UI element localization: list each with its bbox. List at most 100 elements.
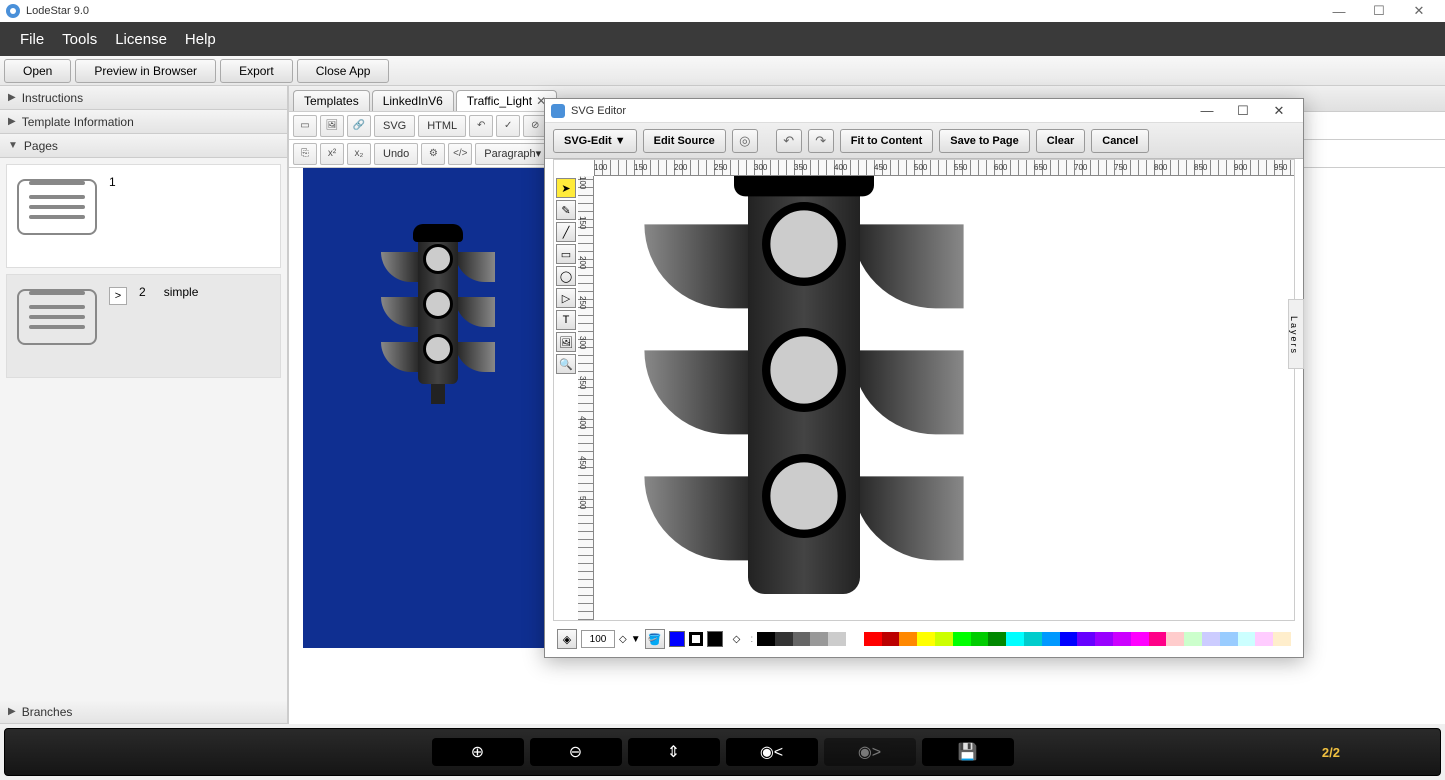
palette-swatch[interactable] bbox=[1095, 632, 1113, 646]
palette-swatch[interactable] bbox=[775, 632, 793, 646]
fill-tool-icon[interactable]: 🪣 bbox=[645, 629, 665, 649]
palette-swatch[interactable] bbox=[1184, 632, 1202, 646]
palette-swatch[interactable] bbox=[971, 632, 989, 646]
preview-button[interactable]: Preview in Browser bbox=[75, 59, 216, 83]
tab-traffic-light[interactable]: Traffic_Light✕ bbox=[456, 90, 557, 111]
svg-viewport[interactable] bbox=[594, 176, 1294, 620]
palette-swatch[interactable] bbox=[1024, 632, 1042, 646]
tab-templates[interactable]: Templates bbox=[293, 90, 370, 111]
paragraph-select[interactable]: Paragraph ▾ bbox=[475, 143, 550, 165]
undo-button[interactable]: Undo bbox=[374, 143, 418, 165]
fill-color-swatch[interactable] bbox=[669, 631, 685, 647]
palette-swatch[interactable] bbox=[1113, 632, 1131, 646]
save-button[interactable]: 💾 bbox=[922, 738, 1014, 766]
select-tool-icon[interactable]: ➤ bbox=[556, 178, 576, 198]
stroke-color-swatch[interactable] bbox=[689, 632, 703, 646]
palette-swatch[interactable] bbox=[1220, 632, 1238, 646]
text-tool-icon[interactable]: T bbox=[556, 310, 576, 330]
palette-swatch[interactable] bbox=[1255, 632, 1273, 646]
pages-header[interactable]: ▼Pages bbox=[0, 134, 287, 158]
pencil-tool-icon[interactable]: ✎ bbox=[556, 200, 576, 220]
wireframe-icon[interactable]: ◎ bbox=[732, 129, 758, 153]
fit-content-button[interactable]: Fit to Content bbox=[840, 129, 933, 153]
path-tool-icon[interactable]: ▷ bbox=[556, 288, 576, 308]
line-tool-icon[interactable]: ╱ bbox=[556, 222, 576, 242]
edit-source-button[interactable]: Edit Source bbox=[643, 129, 726, 153]
palette-swatch[interactable] bbox=[1273, 632, 1291, 646]
menu-file[interactable]: File bbox=[20, 31, 44, 48]
save-to-page-button[interactable]: Save to Page bbox=[939, 129, 1029, 153]
ellipse-tool-icon[interactable]: ◯ bbox=[556, 266, 576, 286]
color-palette[interactable] bbox=[757, 632, 1291, 646]
svg-close-button[interactable]: ✕ bbox=[1261, 103, 1297, 119]
superscript-icon[interactable]: x² bbox=[320, 143, 344, 165]
copy-icon[interactable]: ⎘ bbox=[293, 143, 317, 165]
layers-panel-tab[interactable]: Layers bbox=[1288, 299, 1304, 369]
reorder-button[interactable]: ⇕ bbox=[628, 738, 720, 766]
zoom-dropdown-icon[interactable]: ▼ bbox=[631, 634, 641, 645]
traffic-light-svg[interactable] bbox=[594, 176, 1014, 620]
undo-arrow-icon[interactable]: ↶ bbox=[469, 115, 493, 137]
svg-max-button[interactable]: ☐ bbox=[1225, 103, 1261, 119]
palette-swatch[interactable] bbox=[1077, 632, 1095, 646]
next-page-button[interactable]: ◉> bbox=[824, 738, 916, 766]
page-card[interactable]: > 2 simple bbox=[6, 274, 281, 378]
svg-min-button[interactable]: — bbox=[1189, 103, 1225, 118]
template-info-header[interactable]: ▶Template Information bbox=[0, 110, 287, 134]
palette-swatch[interactable] bbox=[935, 632, 953, 646]
svg-button[interactable]: SVG bbox=[374, 115, 415, 137]
menu-tools[interactable]: Tools bbox=[62, 31, 97, 48]
image-tool-icon[interactable]: 🖼 bbox=[556, 332, 576, 352]
palette-swatch[interactable] bbox=[757, 632, 775, 646]
goto-button[interactable]: > bbox=[109, 287, 127, 305]
palette-swatch[interactable] bbox=[793, 632, 811, 646]
palette-swatch[interactable] bbox=[1238, 632, 1256, 646]
instructions-header[interactable]: ▶Instructions bbox=[0, 86, 287, 110]
palette-swatch[interactable] bbox=[1006, 632, 1024, 646]
link-icon[interactable]: 🔗 bbox=[347, 115, 371, 137]
page-card[interactable]: 1 bbox=[6, 164, 281, 268]
palette-swatch[interactable] bbox=[1166, 632, 1184, 646]
palette-swatch[interactable] bbox=[882, 632, 900, 646]
zoom-input[interactable] bbox=[581, 630, 615, 648]
palette-swatch[interactable] bbox=[1042, 632, 1060, 646]
svgedit-menu-button[interactable]: SVG-Edit ▼ bbox=[553, 129, 637, 153]
check-icon[interactable]: ✓ bbox=[496, 115, 520, 137]
zoom-stepper-icon[interactable]: ◇ bbox=[619, 634, 627, 645]
undo-icon[interactable]: ↶ bbox=[776, 129, 802, 153]
export-button[interactable]: Export bbox=[220, 59, 293, 83]
palette-swatch[interactable] bbox=[1149, 632, 1167, 646]
menu-help[interactable]: Help bbox=[185, 31, 216, 48]
palette-swatch[interactable] bbox=[1131, 632, 1149, 646]
menu-license[interactable]: License bbox=[115, 31, 167, 48]
palette-swatch[interactable] bbox=[828, 632, 846, 646]
palette-swatch[interactable] bbox=[1060, 632, 1078, 646]
close-app-button[interactable]: Close App bbox=[297, 59, 390, 83]
palette-swatch[interactable] bbox=[988, 632, 1006, 646]
branches-header[interactable]: ▶Branches bbox=[0, 700, 287, 724]
open-button[interactable]: Open bbox=[4, 59, 71, 83]
add-page-button[interactable]: ⊕ bbox=[432, 738, 524, 766]
stroke-color-swatch-2[interactable] bbox=[707, 631, 723, 647]
html-button[interactable]: HTML bbox=[418, 115, 466, 137]
opacity-stepper-icon[interactable]: ◇ bbox=[733, 634, 741, 645]
eyedropper-icon[interactable]: ◈ bbox=[557, 629, 577, 649]
code-icon[interactable]: </> bbox=[448, 143, 472, 165]
minimize-button[interactable]: — bbox=[1319, 4, 1359, 19]
palette-swatch[interactable] bbox=[810, 632, 828, 646]
remove-page-button[interactable]: ⊖ bbox=[530, 738, 622, 766]
tab-linkedin[interactable]: LinkedInV6 bbox=[372, 90, 454, 111]
palette-swatch[interactable] bbox=[917, 632, 935, 646]
redo-icon[interactable]: ↷ bbox=[808, 129, 834, 153]
maximize-button[interactable]: ☐ bbox=[1359, 3, 1399, 19]
palette-swatch[interactable] bbox=[864, 632, 882, 646]
clear-button[interactable]: Clear bbox=[1036, 129, 1086, 153]
svg-editor-titlebar[interactable]: SVG Editor — ☐ ✕ bbox=[545, 99, 1303, 123]
rect-tool-icon[interactable]: ▭ bbox=[556, 244, 576, 264]
zoom-tool-icon[interactable]: 🔍 bbox=[556, 354, 576, 374]
traffic-light-graphic[interactable] bbox=[363, 224, 513, 404]
palette-swatch[interactable] bbox=[953, 632, 971, 646]
cancel-button[interactable]: Cancel bbox=[1091, 129, 1149, 153]
close-window-button[interactable]: ✕ bbox=[1399, 3, 1439, 19]
subscript-icon[interactable]: x₂ bbox=[347, 143, 371, 165]
